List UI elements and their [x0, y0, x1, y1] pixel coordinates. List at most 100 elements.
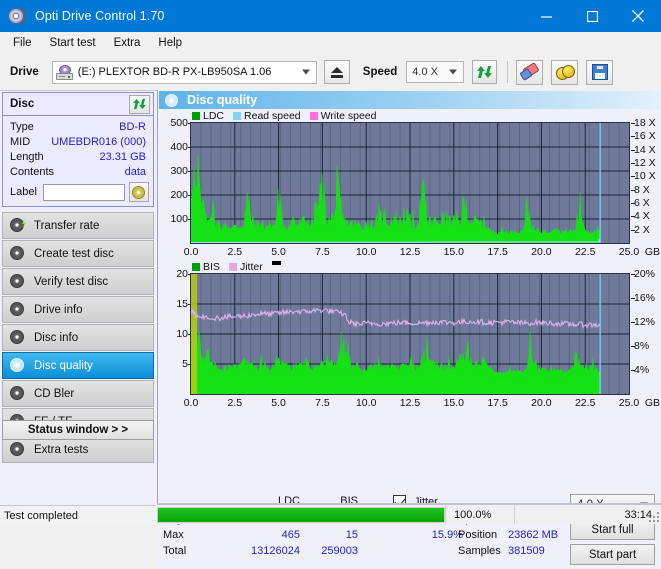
- disc-icon: [10, 246, 25, 261]
- legend-swatch: [309, 111, 318, 120]
- y-tick-label: 100: [170, 213, 188, 225]
- drive-icon: [55, 64, 73, 80]
- status-window-label: Status window > >: [27, 424, 129, 436]
- bis-x-axis: 0.0 2.5 5.0 7.5 10.0 12.5 15.0 17.5 20.0 22.5 25.0…: [158, 395, 661, 411]
- sidebar-item-label: Disc info: [34, 331, 79, 344]
- window-controls: [523, 0, 661, 32]
- disc-label-button[interactable]: [128, 182, 149, 202]
- speed-select[interactable]: 4.0 X: [406, 61, 465, 83]
- position-stat-value: 23862 MB: [508, 529, 559, 541]
- x-tick-label: 2.5: [227, 397, 243, 409]
- progress-percent: 100.0%: [454, 508, 492, 521]
- y-tick-label: 15: [176, 298, 188, 310]
- stats-total-bis: 259003: [321, 545, 358, 557]
- menu-extra[interactable]: Extra: [105, 34, 150, 52]
- y2-tick-label: 8%: [634, 340, 650, 352]
- resize-grip[interactable]: [649, 512, 659, 522]
- disc-label-row: Label: [3, 181, 153, 203]
- legend-swatch: [228, 262, 237, 271]
- y2-tick-mark: [631, 189, 635, 191]
- x-tick-label: 10.0: [355, 397, 377, 409]
- drive-label: Drive: [10, 66, 39, 78]
- x-tick-label: 0.0: [183, 246, 199, 258]
- sidebar-item-cd-bler[interactable]: CD Bler: [2, 380, 154, 407]
- legend-label: LDC: [203, 109, 225, 122]
- close-icon[interactable]: [615, 0, 661, 32]
- app-disc-icon: [8, 7, 26, 25]
- y2-tick-label: 8 X: [634, 183, 650, 196]
- sidebar-item-create-test-disc[interactable]: Create test disc: [2, 240, 154, 267]
- menu-file[interactable]: File: [4, 34, 41, 52]
- menu-help[interactable]: Help: [149, 34, 191, 52]
- x-tick-label: 22.5: [574, 397, 596, 409]
- x-tick-label: 20.0: [531, 246, 552, 258]
- y2-tick-mark: [631, 203, 635, 204]
- x-tick-label: 7.5: [315, 397, 330, 409]
- sidebar-item-label: CD Bler: [34, 387, 75, 400]
- ldc-plot-row: 500 400 300 200 100 18 X 16 X 14 X 12 X 10 X8 X6…: [158, 117, 661, 244]
- menu-start-test[interactable]: Start test: [41, 34, 105, 52]
- stats-max-ldc: 465: [281, 529, 300, 541]
- x-tick-label: 15.0: [443, 246, 465, 258]
- disc-icon: [10, 302, 25, 317]
- sidebar-item-disc-info[interactable]: Disc info: [2, 324, 154, 351]
- status-window-button[interactable]: Status window > >: [2, 420, 154, 440]
- y-tick-label: 20: [176, 268, 188, 280]
- x-tick-label: 20.0: [531, 397, 552, 409]
- drive-select[interactable]: (E:) PLEXTOR BD-R PX-LB950SA 1.06: [51, 60, 317, 84]
- position-stat-label: Position: [458, 529, 498, 541]
- window-title: Opti Drive Control 1.70: [35, 9, 165, 23]
- y2-tick-label: 10 X: [634, 170, 656, 183]
- y2-tick-label: 18 X: [634, 117, 656, 129]
- sidebar-item-label: Drive info: [34, 303, 83, 316]
- bookmark-button[interactable]: [551, 59, 579, 85]
- x-tick-label: 22.5: [574, 246, 596, 258]
- minimize-icon[interactable]: [523, 0, 569, 32]
- start-part-button[interactable]: Start part: [570, 544, 655, 565]
- stats-max-bis: 15: [345, 529, 358, 541]
- disc-box-header: Disc: [3, 93, 153, 116]
- disc-label-caption: Label: [10, 186, 37, 198]
- save-button[interactable]: [586, 59, 614, 85]
- y2-tick-label: 14 X: [634, 143, 656, 156]
- disc-label-input[interactable]: [42, 183, 125, 201]
- legend-label: Jitter: [239, 260, 263, 273]
- y2-tick-mark: [631, 216, 635, 218]
- maximize-icon[interactable]: [569, 0, 615, 32]
- disc-icon: [10, 330, 25, 345]
- sidebar-item-drive-info[interactable]: Drive info: [2, 296, 154, 323]
- disc-refresh-button[interactable]: [129, 94, 150, 114]
- y-tick-label: 500: [170, 117, 188, 129]
- sidebar-item-transfer-rate[interactable]: Transfer rate: [2, 212, 154, 239]
- menu-bar: File Start test Extra Help: [0, 32, 661, 55]
- disc-row-value: 23.31 GB: [99, 150, 146, 163]
- y2-tick-mark: [631, 298, 635, 299]
- sidebar-item-verify-test-disc[interactable]: Verify test disc: [2, 268, 154, 295]
- bis-x-unit: GB: [644, 397, 660, 409]
- disc-row-type: Type BD-R: [3, 119, 153, 134]
- y2-tick-label: 6 X: [634, 197, 650, 209]
- sidebar-item-extra-tests[interactable]: Extra tests: [2, 436, 154, 463]
- progress-bar: [157, 506, 445, 523]
- y-tick-label: 400: [170, 141, 188, 153]
- bis-plot: [190, 273, 630, 395]
- y2-tick-mark: [631, 274, 635, 275]
- ldc-plot: [190, 122, 630, 244]
- ldc-chart-legend: LDC Read speed Write speed: [158, 109, 661, 122]
- status-divider: [514, 505, 515, 524]
- samples-stat-label: Samples: [458, 545, 501, 557]
- sidebar-item-disc-quality[interactable]: Disc quality: [2, 352, 154, 379]
- y-tick-label: 200: [170, 189, 188, 201]
- eject-button[interactable]: [323, 60, 350, 84]
- x-tick-label: 17.5: [487, 397, 508, 409]
- stats-total-ldc: 13126024: [251, 545, 300, 557]
- stats-max-jitter: 15.9%: [431, 529, 463, 541]
- disc-icon: [10, 442, 25, 457]
- x-tick-label: 15.0: [443, 397, 465, 409]
- disc-info-rows: Type BD-R MID UMEBDR016 (000) Length 23.…: [3, 116, 153, 203]
- x-tick-label: 2.5: [227, 246, 243, 258]
- legend-item-read-speed: Read speed: [233, 110, 301, 122]
- legend-swatch: [233, 111, 242, 120]
- erase-button[interactable]: [516, 59, 544, 85]
- refresh-button[interactable]: [472, 60, 498, 84]
